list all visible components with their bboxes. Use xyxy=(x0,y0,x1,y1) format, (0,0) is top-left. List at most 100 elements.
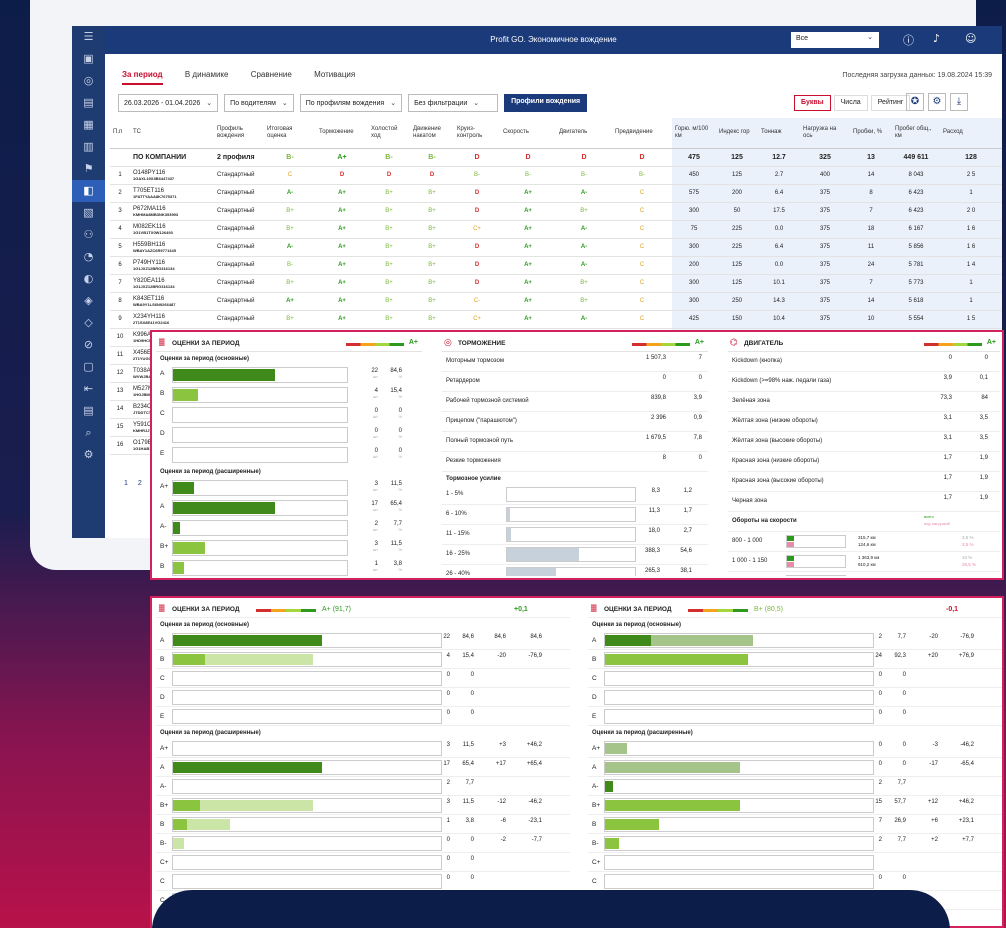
compare-card-right: ≣ ОЦЕНКИ ЗА ПЕРИОД B+ (80,5) -0,1 Оценки за… xyxy=(588,602,1002,926)
drivers-select[interactable]: По водителям ⌄ xyxy=(224,94,294,112)
value: 0 xyxy=(470,875,474,881)
user-icon[interactable]: ☺ xyxy=(965,32,976,45)
driving-profiles-button[interactable]: Профили вождения xyxy=(504,94,588,112)
calendar-icon[interactable]: ▣ xyxy=(72,48,105,70)
table-row[interactable]: 5 H559BH116 WBAY1AZC6R9771345 Стандартный A-… xyxy=(110,238,1002,257)
column-header[interactable]: Скорость xyxy=(500,118,556,149)
report-icon[interactable]: ▧ xyxy=(72,202,105,224)
view-letters[interactable]: Буквы xyxy=(794,95,831,111)
analytics-icon[interactable]: ▦ xyxy=(72,114,105,136)
profiles-select[interactable]: По профилям вождения ⌄ xyxy=(299,94,403,112)
column-header[interactable]: Горю. м/100 км xyxy=(672,118,716,149)
tab-motivation[interactable]: Мотивация xyxy=(314,70,355,83)
force-bar-track xyxy=(506,507,636,522)
compare-bar-track xyxy=(604,633,874,648)
vehicle-vin: 1G1VB1TX0W126493 xyxy=(133,229,173,235)
column-header[interactable]: П.п xyxy=(110,118,130,149)
table-row[interactable]: 6 P749HY116 1G1JXZ12BRG316134 Стандартный B-… xyxy=(110,256,1002,275)
search-icon[interactable]: ⌕ xyxy=(72,422,105,444)
unit-label: шт xyxy=(372,394,378,399)
rating-scale xyxy=(256,609,316,612)
column-header[interactable]: Предвидение xyxy=(612,118,672,149)
column-header[interactable]: ТС xyxy=(130,118,214,149)
column-header[interactable]: Индекс гор xyxy=(716,118,758,149)
compare-bar-current xyxy=(173,800,200,811)
map-icon[interactable]: ◇ xyxy=(72,312,105,334)
rating-icon[interactable]: ✪ xyxy=(906,93,924,111)
vehicle-cell[interactable]: H559BH116 WBAY1AZC6R9771345 xyxy=(130,238,214,257)
score-bar-fill xyxy=(173,502,276,514)
column-header[interactable]: Торможение xyxy=(316,118,368,149)
vehicle-cell[interactable]: P672MA116 KMHMA8MB3NK393993 xyxy=(130,202,214,221)
dashboard-icon[interactable]: ▥ xyxy=(72,136,105,158)
view-numbers[interactable]: Числа xyxy=(833,95,868,111)
vehicle-cell[interactable]: P749HY116 1G1JXZ12BRG316134 xyxy=(130,256,214,275)
vehicle-cell[interactable]: K843ET116 WBA9Y1LS6N9266487 xyxy=(130,292,214,311)
filtration-select[interactable]: Без фильтрации ⌄ xyxy=(408,94,499,112)
table-row[interactable]: 3 P672MA116 KMHMA8MB3NK393993 Стандартный B+… xyxy=(110,202,1002,221)
vehicle-group-select[interactable]: Все ⌄ xyxy=(791,32,879,48)
period-select[interactable]: 26.03.2026 - 01.04.2026 ⌄ xyxy=(118,94,219,112)
table-row[interactable]: 9 X234YH116 2T1SX8E41VG2416 Стандартный B+ A+… xyxy=(110,310,1002,329)
vehicle-cell[interactable]: O148PY116 1GAXL19X3B6447437 xyxy=(130,166,214,185)
metric-cell: 1 6 xyxy=(940,220,1002,239)
fuel-icon[interactable]: ◐ xyxy=(72,268,105,290)
column-header[interactable]: Двигатель xyxy=(556,118,612,149)
compare-bar-current xyxy=(605,838,619,849)
gear-icon[interactable]: ⚙ xyxy=(928,93,946,111)
column-header[interactable]: Круиз-контроль xyxy=(454,118,500,149)
chat-icon[interactable]: ▢ xyxy=(72,356,105,378)
score-count: 22 шт xyxy=(358,368,378,380)
column-header[interactable]: Тоннаж xyxy=(758,118,800,149)
chart-icon: ≣ xyxy=(590,604,598,614)
table-row[interactable]: 2 T705ET116 1FATTYAAA8K7675371 Стандартный A… xyxy=(110,184,1002,203)
table-row[interactable]: 4 M082EK116 1G1VB1TX0W126493 Стандартный B+ A… xyxy=(110,220,1002,239)
vehicle-cell[interactable]: Y820EA116 1G1JXZ12BRG316134 xyxy=(130,274,214,293)
unit-label: шт xyxy=(372,374,378,379)
grade-letter: B xyxy=(592,656,597,663)
compare-value-v: 4 xyxy=(428,653,450,659)
globe-icon[interactable]: ◎ xyxy=(72,70,105,92)
section-title: Обороты на скорости xyxy=(732,518,797,524)
compare-value-v: 2 xyxy=(428,780,450,786)
column-header[interactable]: Пробег общ., км xyxy=(892,118,940,149)
total-row[interactable]: ПО КОМПАНИИ 2 профиля B- A+ B- B- D D D D 475 125 12… xyxy=(110,148,1002,167)
export-icon[interactable]: ⇤ xyxy=(72,378,105,400)
table-icon[interactable]: ▤ xyxy=(72,400,105,422)
fleet-icon[interactable]: ⚑ xyxy=(72,158,105,180)
eco-driving-icon[interactable]: ◧ xyxy=(72,180,105,202)
table-row[interactable]: 7 Y820EA116 1G1JXZ12BRG316134 Стандартный B+… xyxy=(110,274,1002,293)
vehicle-cell[interactable]: X234YH116 2T1SX8E41VG2416 xyxy=(130,310,214,329)
column-header[interactable]: Профиль вождения xyxy=(214,118,264,149)
download-icon[interactable]: ⤓ xyxy=(950,93,968,111)
table-row[interactable]: 8 K843ET116 WBA9Y1LS6N9266487 Стандартный A+… xyxy=(110,292,1002,311)
profile-cell: Стандартный xyxy=(214,274,264,293)
column-header[interactable]: Расход xyxy=(940,118,1002,149)
menu-icon[interactable]: ☰ xyxy=(72,26,105,48)
column-header[interactable]: Пробки, % xyxy=(850,118,892,149)
settings-icon[interactable]: ⚙ xyxy=(72,444,105,466)
tab-comparison[interactable]: Сравнение xyxy=(251,70,292,83)
info-icon[interactable]: ⓘ xyxy=(903,32,914,48)
drivers-icon[interactable]: ⚇ xyxy=(72,224,105,246)
grade-cell: B+ xyxy=(410,202,454,221)
column-header[interactable]: Итоговая оценка xyxy=(264,118,316,149)
shield-icon[interactable]: ◈ xyxy=(72,290,105,312)
column-header[interactable]: Движение накатом xyxy=(410,118,454,149)
bell-icon[interactable]: ♪ xyxy=(933,32,940,45)
column-header[interactable]: Нагрузка на ось xyxy=(800,118,850,149)
compare-bar-previous xyxy=(200,800,314,811)
vehicle-cell[interactable]: M082EK116 1G1VB1TX0W126493 xyxy=(130,220,214,239)
column-header[interactable]: Холостой ход xyxy=(368,118,410,149)
tools-icon[interactable]: ⊘ xyxy=(72,334,105,356)
vehicle-cell[interactable]: T705ET116 1FATTYAAA8K7675371 xyxy=(130,184,214,203)
profile-cell: Стандартный xyxy=(214,256,264,275)
engine-value-b: 3,5 xyxy=(979,415,988,421)
tab-dynamics[interactable]: В динамике xyxy=(185,70,229,83)
tab-period[interactable]: За период xyxy=(122,70,163,85)
table-row[interactable]: 1 O148PY116 1GAXL19X3B6447437 Стандартный C D… xyxy=(110,166,1002,185)
force-value-a: 11,3 xyxy=(648,508,660,514)
routes-icon[interactable]: ◔ xyxy=(72,246,105,268)
document-icon[interactable]: ▤ xyxy=(72,92,105,114)
view-rating[interactable]: Рейтинг xyxy=(870,95,911,111)
